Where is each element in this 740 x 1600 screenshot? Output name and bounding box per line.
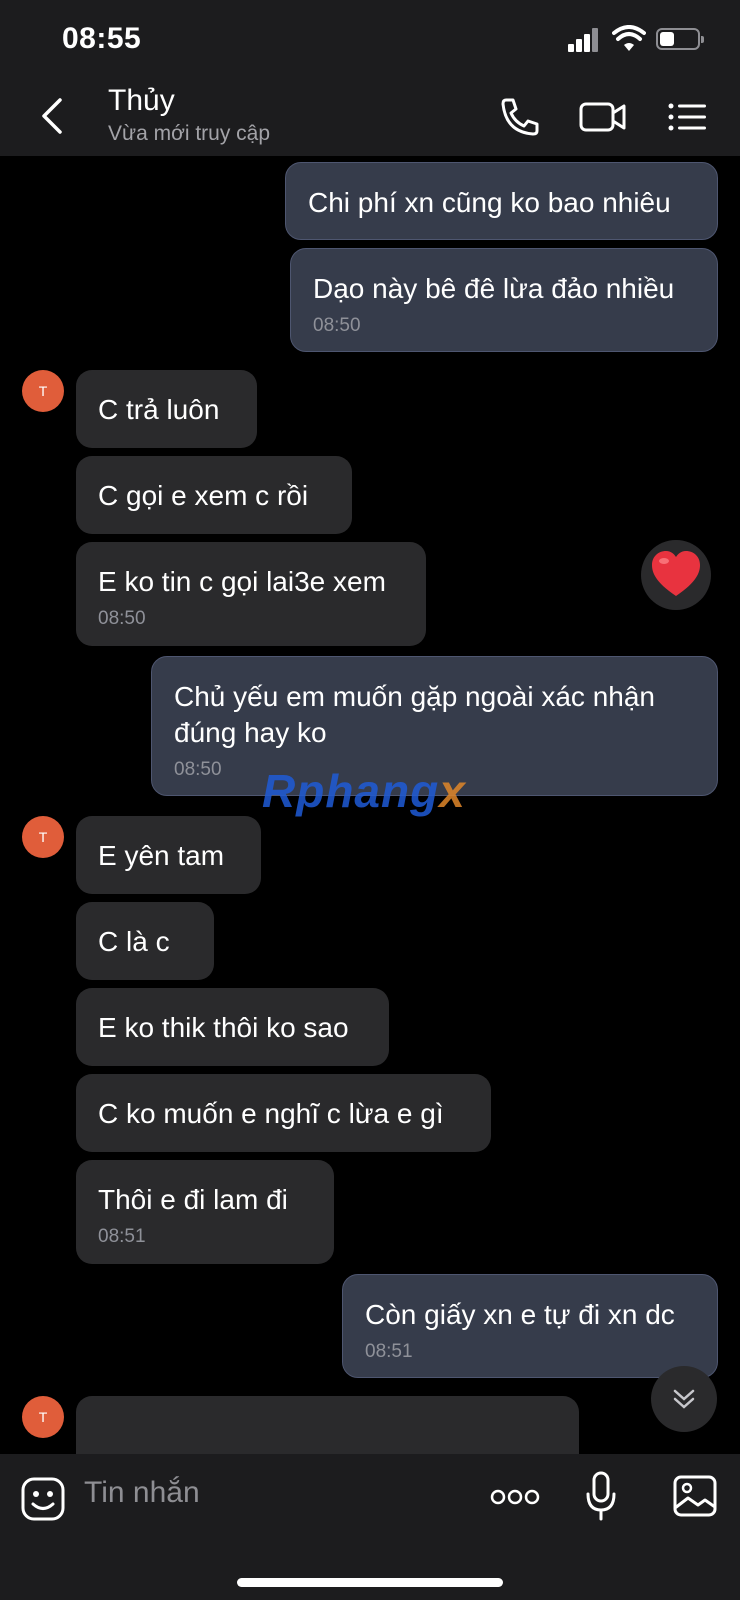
message-text: Chi phí xn cũng ko bao nhiêu xyxy=(308,187,671,218)
contact-status: Vừa mới truy cập xyxy=(108,122,271,145)
message-bubble[interactable]: Chi phí xn cũng ko bao nhiêu xyxy=(285,162,718,240)
message-text: Dạo này bê đê lừa đảo nhiều xyxy=(313,273,675,304)
composer-bar: Tin nhắn xyxy=(0,1454,740,1600)
message-time: 08:50 xyxy=(313,315,361,336)
message-text: C trả luôn xyxy=(98,394,220,425)
message-text: Còn giấy xn e tự đi xn dc xyxy=(365,1299,675,1330)
phone-icon[interactable] xyxy=(496,94,544,140)
message-bubble-partial[interactable] xyxy=(76,1396,579,1454)
message-text: C gọi e xem c rồi xyxy=(98,480,309,511)
message-bubble[interactable]: E ko thik thôi ko sao xyxy=(76,988,389,1066)
message-bubble[interactable]: E ko tin c gọi lai3e xem 08:50 xyxy=(76,542,426,646)
status-time: 08:55 xyxy=(62,22,142,55)
message-bubble[interactable]: Thôi e đi lam đi 08:51 xyxy=(76,1160,334,1264)
home-indicator[interactable] xyxy=(237,1578,503,1587)
message-text: E ko tin c gọi lai3e xem xyxy=(98,566,386,597)
message-input[interactable]: Tin nhắn xyxy=(84,1476,200,1510)
message-bubble[interactable]: E yên tam xyxy=(76,816,261,894)
list-menu-icon[interactable] xyxy=(664,94,712,140)
microphone-icon[interactable] xyxy=(585,1470,617,1522)
contact-name[interactable]: Thủy xyxy=(108,84,175,118)
message-time: 08:51 xyxy=(365,1341,413,1362)
message-list[interactable]: Chi phí xn cũng ko bao nhiêu Dạo này bê … xyxy=(0,156,740,1454)
message-text: C là c xyxy=(98,926,170,957)
heart-reaction-icon[interactable] xyxy=(641,540,711,610)
more-dots-icon[interactable] xyxy=(490,1486,540,1508)
message-bubble[interactable]: C trả luôn xyxy=(76,370,257,448)
watermark-logo: Rphangx xyxy=(262,765,466,817)
avatar[interactable]: T xyxy=(22,816,64,858)
wifi-icon xyxy=(612,25,646,51)
message-text: C ko muốn e nghĩ c lừa e gì xyxy=(98,1098,444,1129)
image-icon[interactable] xyxy=(672,1474,718,1518)
message-time: 08:50 xyxy=(98,608,146,629)
video-camera-icon[interactable] xyxy=(578,94,628,140)
message-bubble[interactable]: Dạo này bê đê lừa đảo nhiều 08:50 xyxy=(290,248,718,352)
sticker-face-icon[interactable] xyxy=(20,1476,66,1522)
message-time: 08:51 xyxy=(98,1226,146,1247)
status-bar: 08:55 xyxy=(0,0,740,80)
avatar[interactable]: T xyxy=(22,1396,64,1438)
cellular-signal-icon xyxy=(568,28,600,52)
avatar[interactable]: T xyxy=(22,370,64,412)
chevron-left-icon[interactable] xyxy=(34,94,74,138)
message-bubble[interactable]: Còn giấy xn e tự đi xn dc 08:51 xyxy=(342,1274,718,1378)
scroll-down-icon[interactable] xyxy=(651,1366,717,1432)
chat-header: Thủy Vừa mới truy cập xyxy=(0,80,740,156)
message-text: E yên tam xyxy=(98,840,225,871)
message-bubble[interactable]: C ko muốn e nghĩ c lừa e gì xyxy=(76,1074,491,1152)
message-bubble[interactable]: C là c xyxy=(76,902,214,980)
message-text: Thôi e đi lam đi xyxy=(98,1184,288,1215)
battery-icon xyxy=(656,28,704,50)
message-bubble[interactable]: C gọi e xem c rồi xyxy=(76,456,352,534)
message-text: Chủ yếu em muốn gặp ngoài xác nhận đúng … xyxy=(174,681,655,748)
message-text: E ko thik thôi ko sao xyxy=(98,1012,349,1043)
